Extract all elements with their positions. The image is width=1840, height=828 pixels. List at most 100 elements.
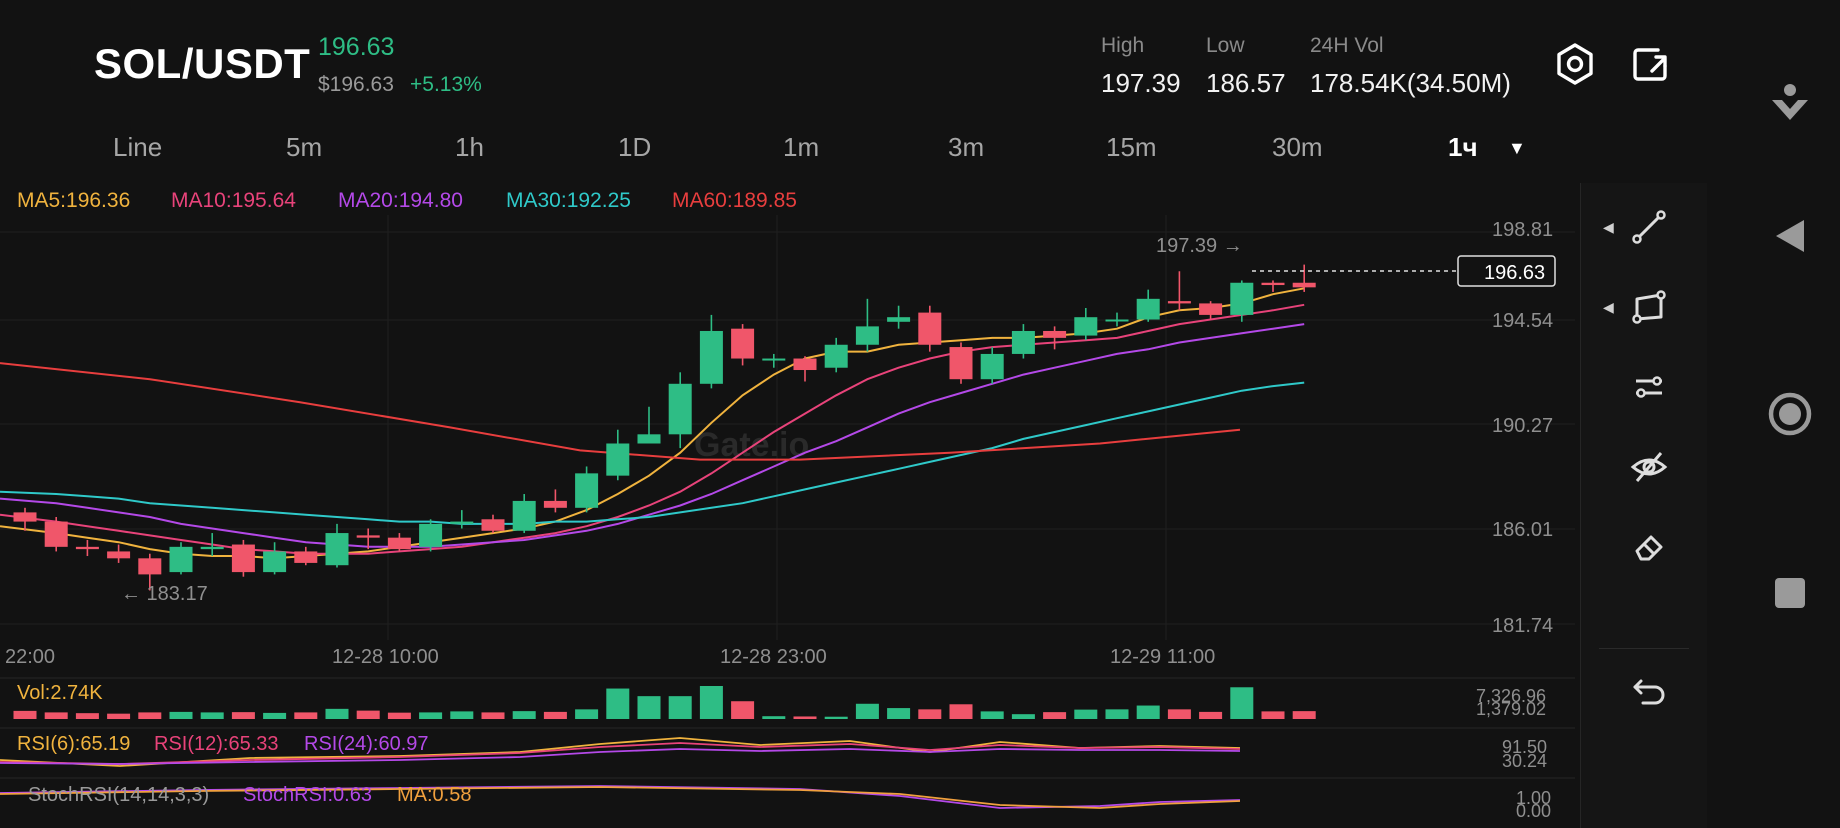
time-tick: 12-28 10:00 — [332, 646, 439, 668]
volume-bar — [1292, 711, 1316, 719]
candlestick-chart[interactable]: Gate.io 198.81 194.54 190.27 186.01 181.… — [0, 0, 1580, 828]
volume-bar — [731, 701, 755, 719]
volume-bars — [13, 686, 1316, 719]
candle-body — [980, 353, 1004, 380]
time-tick: 12-29 11:00 — [1110, 646, 1215, 668]
volume-bar — [824, 716, 848, 719]
volume-bar — [1074, 709, 1098, 719]
candle-body — [387, 537, 411, 550]
stochrsi-ma-label: MA:0.58 — [397, 784, 472, 806]
person-download-icon[interactable] — [1766, 80, 1814, 128]
back-triangle-icon[interactable] — [1766, 212, 1814, 260]
eraser-icon[interactable] — [1627, 525, 1671, 569]
volume-bar — [1043, 712, 1067, 719]
time-tick: 22:00 — [5, 646, 55, 668]
volume-bar — [294, 712, 318, 719]
trend-line-icon[interactable] — [1627, 205, 1671, 249]
volume-bar — [200, 712, 224, 719]
moving-average-lines — [0, 287, 1305, 560]
expand-arrow-icon[interactable]: ◀ — [1603, 299, 1614, 316]
candle-body — [918, 312, 942, 345]
hide-eye-icon[interactable] — [1627, 445, 1671, 489]
home-circle-icon[interactable] — [1766, 390, 1814, 438]
candle-body — [13, 512, 37, 522]
rectangle-icon[interactable] — [1627, 285, 1671, 329]
current-price-tag-label: 196.63 — [1484, 262, 1545, 284]
time-tick: 12-28 23:00 — [720, 646, 827, 668]
volume-bar — [13, 710, 37, 719]
candle-body — [606, 443, 630, 476]
volume-bar — [325, 708, 349, 719]
low-marker: ← 183.17 — [121, 583, 208, 605]
candle-body — [231, 544, 255, 573]
candle-body — [699, 330, 723, 384]
candle-body — [512, 500, 536, 531]
expand-arrow-icon[interactable]: ◀ — [1603, 219, 1614, 236]
candle-body — [294, 551, 318, 563]
volume-second-label: 1,379.02 — [1476, 699, 1547, 719]
stochrsi-axis-bottom: 0.00 — [1516, 801, 1552, 821]
candles — [13, 264, 1316, 591]
volume-bar — [387, 712, 411, 719]
candle-body — [481, 519, 505, 531]
candle-body — [1043, 330, 1067, 338]
candle-body — [1074, 317, 1098, 336]
stochrsi-params-label: StochRSI(14,14,3,3) — [28, 784, 210, 806]
ma5-line — [0, 287, 1305, 560]
candle-body — [75, 546, 99, 550]
volume-bar — [918, 709, 942, 719]
square-stop-icon[interactable] — [1766, 569, 1814, 617]
candle-body — [138, 558, 162, 575]
volume-bar — [1167, 709, 1191, 719]
rsi6-label: RSI(6):65.19 — [17, 733, 131, 755]
candle-body — [1199, 303, 1223, 315]
volume-bar — [231, 712, 255, 719]
price-tick: 186.01 — [1492, 519, 1553, 541]
parallel-lines-icon[interactable] — [1627, 365, 1671, 409]
candle-body — [1136, 298, 1160, 320]
ma30-line — [0, 381, 1305, 525]
candle-body — [1011, 330, 1035, 354]
candle-body — [1167, 301, 1191, 304]
volume-bar — [138, 712, 162, 719]
candle-body — [668, 383, 692, 435]
candle-body — [169, 546, 193, 573]
candle-body — [731, 328, 755, 359]
price-tick: 190.27 — [1492, 415, 1553, 437]
volume-bar — [481, 712, 505, 719]
volume-bar — [575, 709, 599, 719]
candle-body — [855, 326, 879, 345]
toolbar-divider — [1599, 648, 1689, 649]
volume-bar — [75, 713, 99, 719]
undo-icon[interactable] — [1627, 667, 1671, 711]
candle-body — [637, 434, 661, 444]
volume-bar — [1105, 709, 1129, 719]
chart-grid — [0, 215, 1575, 779]
volume-bar — [762, 716, 786, 719]
volume-bar — [450, 711, 474, 719]
candle-body — [450, 521, 474, 524]
volume-bar — [668, 696, 692, 719]
volume-bar — [1011, 714, 1035, 719]
candle-body — [543, 500, 567, 508]
candle-body — [1261, 282, 1285, 286]
volume-bar — [263, 712, 287, 719]
price-tick: 181.74 — [1492, 615, 1553, 637]
volume-bar — [1261, 711, 1285, 719]
price-tick: 194.54 — [1492, 310, 1553, 332]
volume-bar — [44, 712, 68, 719]
volume-bar — [1199, 711, 1223, 719]
share-icon[interactable] — [1628, 42, 1672, 86]
candle-body — [200, 546, 224, 550]
candle-body — [575, 473, 599, 508]
candle-body — [1105, 319, 1129, 322]
volume-bar — [855, 703, 879, 719]
time-axis: 22:00 12-28 10:00 12-28 23:00 12-29 11:0… — [5, 646, 1215, 668]
volume-bar — [699, 686, 723, 719]
high-marker: 197.39 → — [1156, 235, 1243, 257]
price-tick: 198.81 — [1492, 219, 1553, 241]
volume-bar — [1230, 687, 1254, 719]
rsi-axis-bottom: 30.24 — [1502, 751, 1548, 771]
candle-body — [887, 317, 911, 322]
volume-bar — [419, 712, 443, 719]
